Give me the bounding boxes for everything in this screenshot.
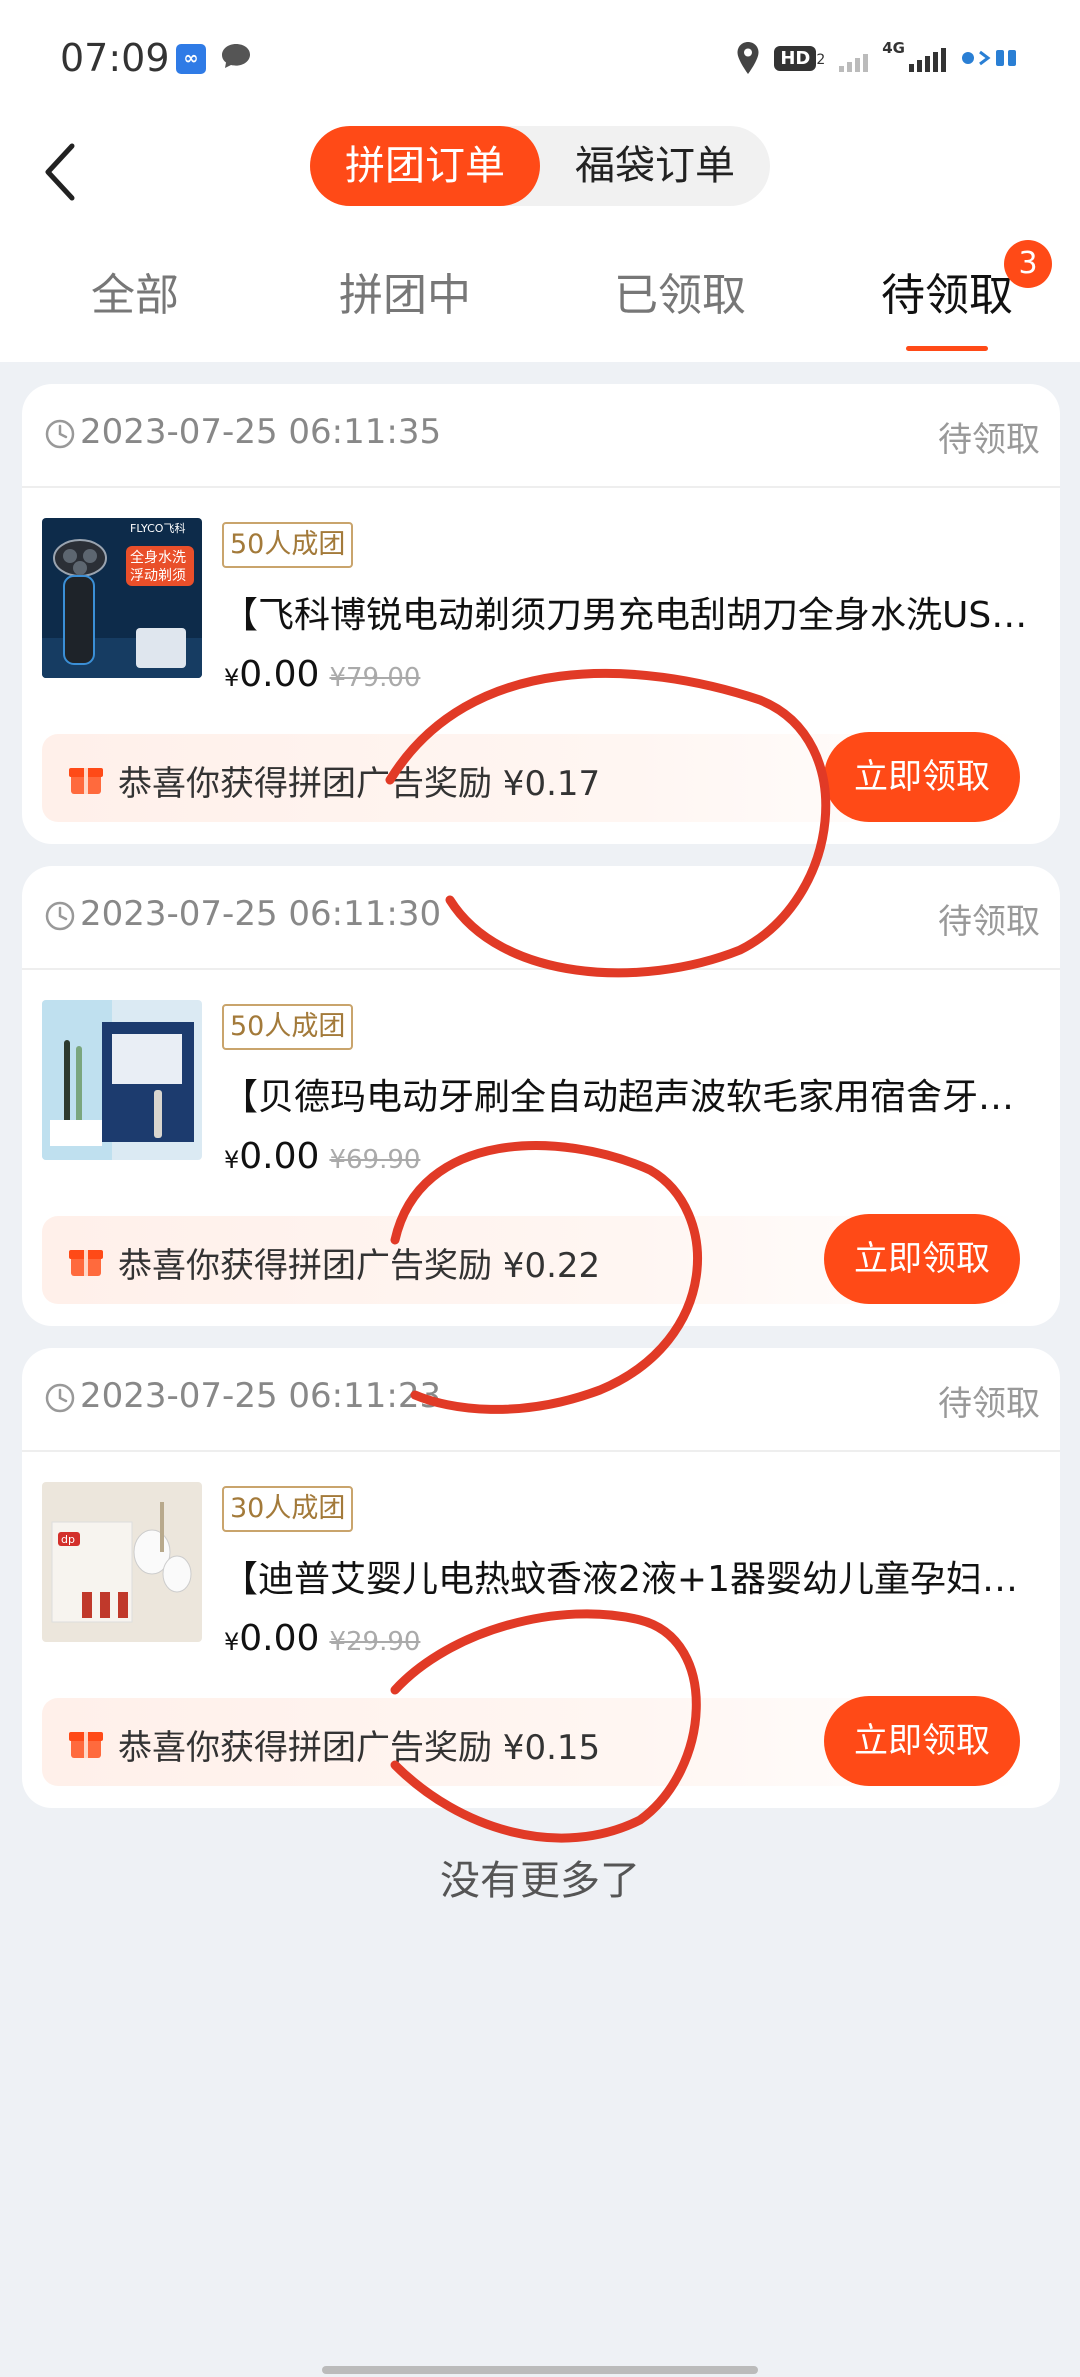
hd-icon: HD 2 (774, 45, 825, 71)
claim-now-button[interactable]: 立即领取 (824, 1696, 1020, 1786)
original-price: ¥79.00 (329, 663, 421, 693)
order-time: 2023-07-25 06:11:23 (80, 1376, 442, 1416)
current-price: 0.00 (239, 1618, 320, 1659)
product-image[interactable]: dp (42, 1482, 202, 1642)
reward-text: 恭喜你获得拼团广告奖励 ¥0.15 (118, 1728, 601, 1768)
order-time: 2023-07-25 06:11:30 (80, 894, 442, 934)
active-tab-indicator (906, 346, 988, 351)
product-title[interactable]: 【贝德玛电动牙刷全自动超声波软毛家用宿舍牙刷套装 (222, 1068, 1032, 1120)
order-card: 2023-07-25 06:11:30 待领取 50人成团 【贝德玛电动牙刷全自… (22, 866, 1060, 1326)
order-status: 待领取 (938, 902, 1040, 942)
product-image[interactable] (42, 1000, 202, 1160)
signal-weak-icon (839, 44, 869, 72)
order-card-header: 2023-07-25 06:11:30 待领取 (22, 866, 1060, 970)
top-header: 拼团订单 福袋订单 全部 拼团中 已领取 待领取 3 (0, 110, 1080, 362)
order-card-header: 2023-07-25 06:11:23 待领取 (22, 1348, 1060, 1452)
infinity-app-icon: ∞ (176, 44, 206, 74)
original-price: ¥69.90 (329, 1145, 421, 1175)
order-card-body: dp 30人成团 【迪普艾婴儿电热蚊香液2液+1器婴幼儿童孕妇专用 ¥0.00 ¥… (22, 1452, 1060, 1808)
image-line2: 浮动剃须 (130, 568, 186, 584)
signal-icon (909, 44, 946, 72)
image-line1: 全身水洗 (130, 549, 186, 566)
price-row: ¥0.00 ¥29.90 (224, 1618, 421, 1659)
price-row: ¥0.00 ¥79.00 (224, 654, 421, 695)
order-type-switch: 拼团订单 福袋订单 (310, 126, 770, 206)
original-price: ¥29.90 (329, 1627, 421, 1657)
segment-lucky-bag-orders[interactable]: 福袋订单 (540, 126, 770, 206)
order-card-body: FLYCO飞科 全身水洗 浮动剃须 50人成团 【飞科博锐电动剃须刀男充电刮胡刀… (22, 488, 1060, 844)
status-tabs: 全部 拼团中 已领取 待领取 (0, 256, 1080, 360)
clock-icon (45, 1383, 75, 1413)
group-size-tag: 50人成团 (222, 522, 354, 568)
claim-now-button[interactable]: 立即领取 (824, 1214, 1020, 1304)
group-size-tag: 30人成团 (222, 1486, 354, 1532)
product-image[interactable]: FLYCO飞科 全身水洗 浮动剃须 (42, 518, 202, 678)
gift-icon (69, 768, 103, 794)
clock-icon (45, 901, 75, 931)
location-icon (737, 42, 759, 74)
network-type: 4G (882, 38, 905, 57)
reward-text: 恭喜你获得拼团广告奖励 ¥0.22 (118, 1246, 601, 1286)
order-status: 待领取 (938, 1384, 1040, 1424)
product-title[interactable]: 【飞科博锐电动剃须刀男充电刮胡刀全身水洗USB快充 (222, 586, 1032, 638)
image-brand-text: FLYCO飞科 (130, 521, 185, 535)
to-claim-count-badge: 3 (1004, 240, 1052, 288)
current-price: 0.00 (239, 654, 320, 695)
gift-icon (69, 1250, 103, 1276)
gift-icon (69, 1732, 103, 1758)
battery-icon (962, 50, 1016, 66)
order-card: 2023-07-25 06:11:23 待领取 dp 30人成团 【迪普艾婴儿电… (22, 1348, 1060, 1808)
image-logo-text: dp (61, 1533, 75, 1546)
order-time: 2023-07-25 06:11:35 (80, 412, 442, 452)
order-card-body: 50人成团 【贝德玛电动牙刷全自动超声波软毛家用宿舍牙刷套装 ¥0.00 ¥69.… (22, 970, 1060, 1326)
clock-icon (45, 419, 75, 449)
order-card-header: 2023-07-25 06:11:35 待领取 (22, 384, 1060, 488)
home-indicator[interactable] (322, 2366, 758, 2374)
status-time: 07:09 (60, 36, 170, 80)
no-more-text: 没有更多了 (440, 1858, 640, 1904)
back-button[interactable] (30, 132, 90, 212)
claim-now-button[interactable]: 立即领取 (824, 732, 1020, 822)
status-bar: 07:09 ∞ HD 2 4G (0, 0, 1080, 110)
segment-group-orders[interactable]: 拼团订单 (310, 126, 540, 206)
tab-all[interactable]: 全部 (50, 256, 220, 360)
product-title[interactable]: 【迪普艾婴儿电热蚊香液2液+1器婴幼儿童孕妇专用 (222, 1550, 1032, 1602)
chat-bubble-icon (222, 44, 250, 68)
order-status: 待领取 (938, 420, 1040, 460)
current-price: 0.00 (239, 1136, 320, 1177)
price-row: ¥0.00 ¥69.90 (224, 1136, 421, 1177)
tab-claimed[interactable]: 已领取 (585, 256, 775, 360)
tab-grouping[interactable]: 拼团中 (310, 256, 500, 360)
reward-text: 恭喜你获得拼团广告奖励 ¥0.17 (118, 764, 601, 804)
group-size-tag: 50人成团 (222, 1004, 354, 1050)
order-card: 2023-07-25 06:11:35 待领取 FLYCO飞科 全身水洗 浮动剃… (22, 384, 1060, 844)
